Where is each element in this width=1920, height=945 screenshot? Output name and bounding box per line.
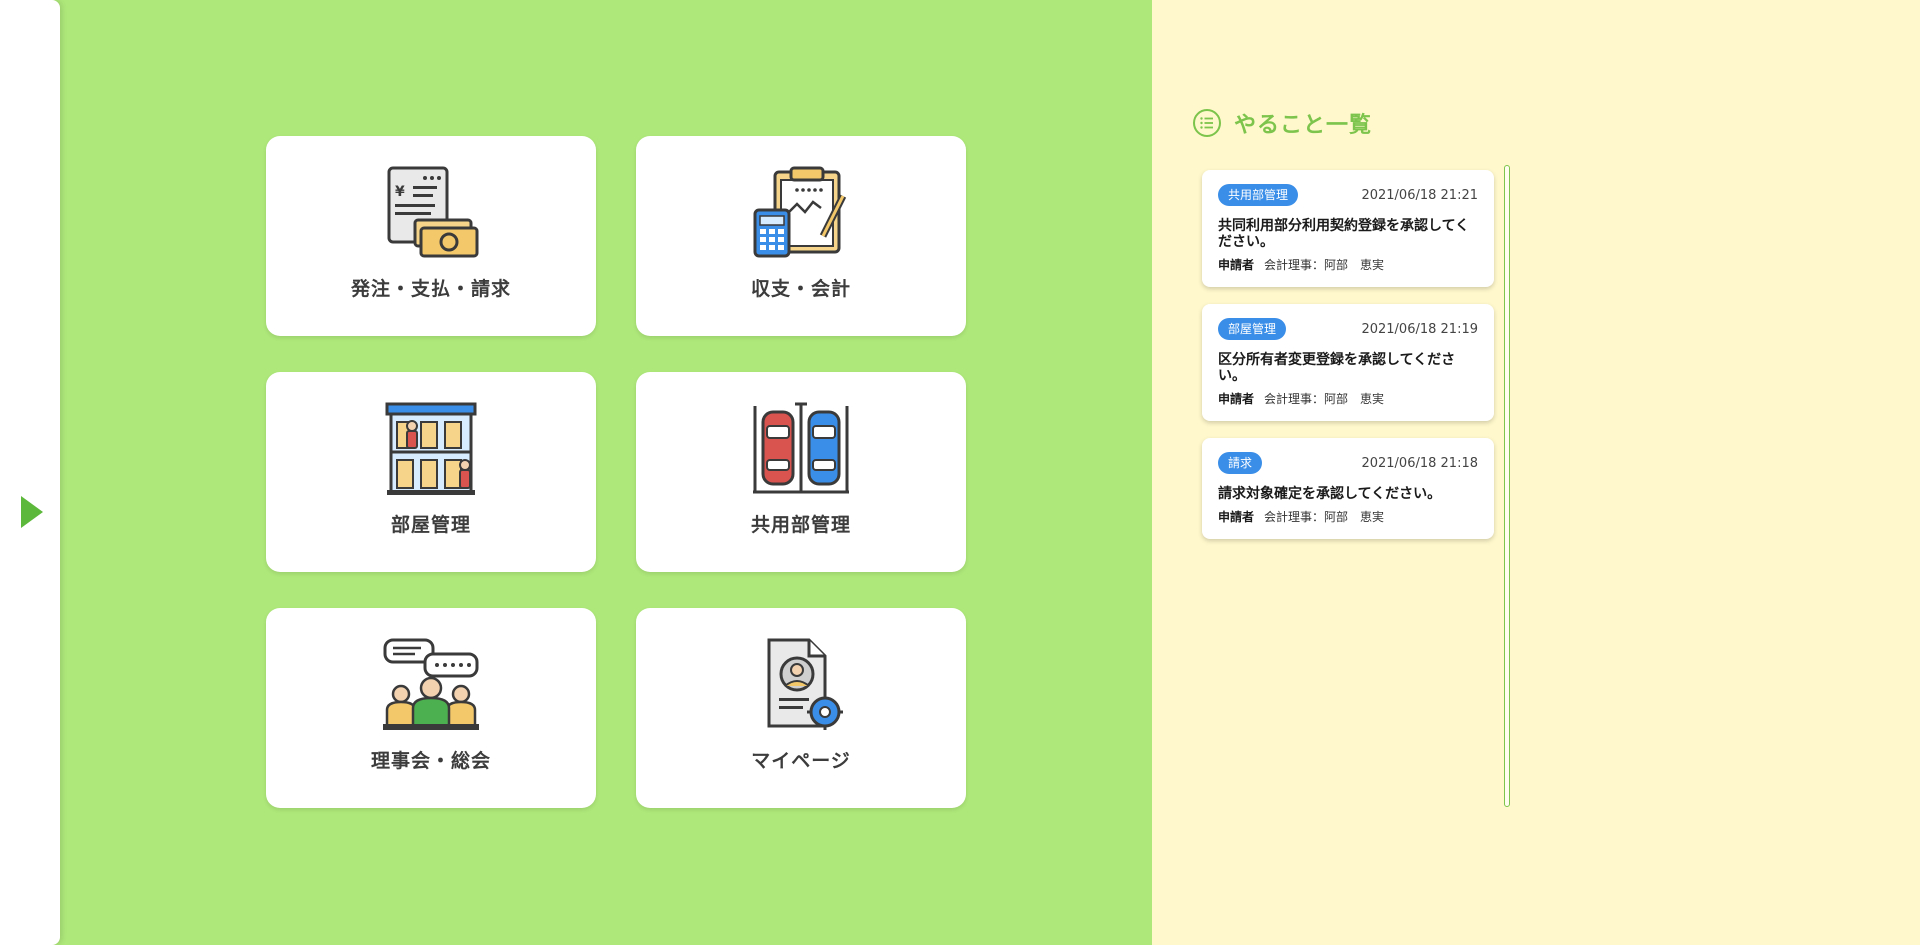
todo-title: 請求対象確定を承認してください。: [1218, 486, 1442, 502]
todo-title: 共同利用部分利用契約登録を承認してください。: [1218, 218, 1470, 250]
parking-cars-icon: [753, 402, 849, 494]
applicant-label: 申請者: [1218, 510, 1255, 524]
svg-text:¥: ¥: [395, 184, 405, 200]
meeting-people-icon: [383, 638, 479, 730]
todo-panel-header: やること一覧: [1192, 108, 1372, 138]
todo-timestamp: 2021/06/18 21:21: [1361, 187, 1478, 203]
todo-title: 区分所有者変更登録を承認してください。: [1218, 352, 1456, 384]
profile-document-icon: [767, 638, 843, 730]
menu-card-label: 発注・支払・請求: [350, 278, 511, 300]
todo-panel: やること一覧 共用部管理 2021/06/18 21:21 共同利用部分利用契約…: [1152, 0, 1920, 945]
todo-category-badge: 請求: [1218, 452, 1263, 474]
todo-timestamp: 2021/06/18 21:18: [1361, 455, 1478, 471]
applicant-label: 申請者: [1218, 258, 1255, 272]
menu-card-common[interactable]: 共用部管理: [636, 372, 966, 572]
applicant-name: 会計理事：阿部 恵実: [1264, 258, 1385, 272]
menu-card-label: マイページ: [751, 750, 851, 772]
clipboard-calculator-icon: [753, 166, 847, 258]
list-icon: [1193, 109, 1221, 137]
app-root: ¥ 発注・支払・請求 収支・会計 部屋管理 共用部管理 理事会・総会 マイページ…: [0, 0, 1920, 945]
todo-category-badge: 部屋管理: [1218, 318, 1287, 340]
todo-item[interactable]: 部屋管理 2021/06/18 21:19 区分所有者変更登録を承認してください…: [1202, 304, 1494, 421]
todo-item[interactable]: 共用部管理 2021/06/18 21:21 共同利用部分利用契約登録を承認して…: [1202, 170, 1494, 287]
menu-card-accounting[interactable]: 収支・会計: [636, 136, 966, 336]
main-menu: ¥ 発注・支払・請求 収支・会計 部屋管理 共用部管理 理事会・総会 マイページ: [60, 0, 1152, 945]
todo-applicant: 申請者 会計理事：阿部 恵実: [1218, 508, 1478, 525]
triangle-right-icon[interactable]: [19, 494, 45, 530]
todo-category-badge: 共用部管理: [1218, 184, 1299, 206]
menu-card-rooms[interactable]: 部屋管理: [266, 372, 596, 572]
applicant-label: 申請者: [1218, 392, 1255, 406]
todo-item[interactable]: 請求 2021/06/18 21:18 請求対象確定を承認してください。 申請者…: [1202, 438, 1494, 539]
todo-list: 共用部管理 2021/06/18 21:21 共同利用部分利用契約登録を承認して…: [1202, 170, 1494, 556]
menu-card-label: 収支・会計: [750, 278, 851, 300]
menu-card-mypage[interactable]: マイページ: [636, 608, 966, 808]
sidebar: [0, 0, 60, 945]
menu-card-label: 部屋管理: [390, 514, 471, 536]
menu-card-orders[interactable]: ¥ 発注・支払・請求: [266, 136, 596, 336]
todo-panel-title: やること一覧: [1234, 113, 1373, 138]
todo-applicant: 申請者 会計理事：阿部 恵実: [1218, 390, 1478, 407]
applicant-name: 会計理事：阿部 恵実: [1264, 510, 1385, 524]
invoice-cash-icon: ¥: [387, 166, 479, 258]
todo-scrollbar[interactable]: [1504, 165, 1510, 807]
todo-timestamp: 2021/06/18 21:19: [1361, 321, 1478, 337]
menu-card-board[interactable]: 理事会・総会: [266, 608, 596, 808]
menu-card-label: 共用部管理: [750, 514, 851, 536]
applicant-name: 会計理事：阿部 恵実: [1264, 392, 1385, 406]
menu-card-label: 理事会・総会: [370, 750, 491, 772]
apartment-building-icon: [385, 402, 477, 495]
todo-applicant: 申請者 会計理事：阿部 恵実: [1218, 256, 1478, 273]
